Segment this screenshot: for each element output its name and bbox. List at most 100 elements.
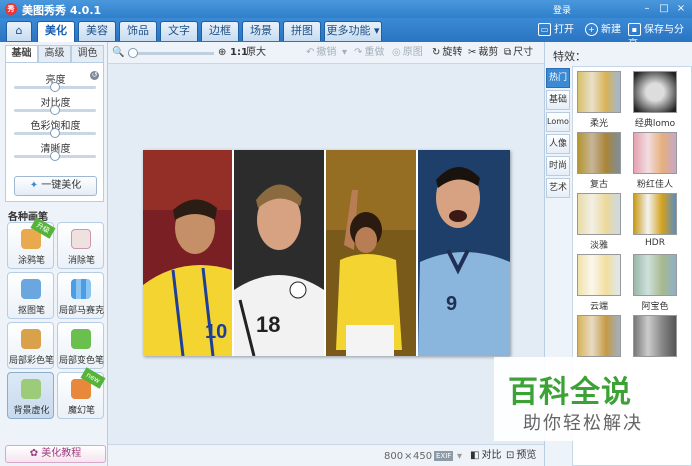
category-portrait[interactable]: 人像 — [546, 134, 570, 154]
photo-panel-1: 10 — [143, 150, 232, 356]
zoom-knob[interactable] — [128, 48, 138, 58]
magic-brush-button[interactable]: new 魔幻笔 — [57, 367, 106, 419]
tab-home[interactable]: ⌂ — [6, 21, 32, 41]
tab-basic[interactable]: 基础 — [5, 45, 38, 63]
compare-button[interactable]: ◧ 对比 — [470, 449, 501, 463]
tab-face[interactable]: 美容 — [78, 21, 116, 41]
crop-button[interactable]: ✂ 裁剪 — [468, 46, 498, 60]
close-button[interactable]: × — [674, 2, 688, 15]
new-button[interactable]: + 新建 — [585, 23, 621, 38]
dimension-separator: × — [404, 451, 413, 462]
cutout-brush-button[interactable]: 抠图笔 — [7, 272, 54, 319]
undo-button[interactable]: ↶ 撤销 — [306, 46, 336, 60]
preview-button[interactable]: ⊡ 预览 — [506, 449, 536, 463]
tab-color[interactable]: 调色 — [71, 45, 104, 63]
home-icon: ⌂ — [15, 24, 23, 37]
contrast-slider-row: 对比度 — [6, 94, 105, 118]
preview-icon: ⊡ — [506, 450, 515, 461]
minimize-button[interactable]: – — [640, 2, 654, 15]
watermark: 百科全说 助你轻松解决 — [494, 357, 666, 441]
background-blur-button[interactable]: 背景虚化 — [7, 372, 54, 419]
beautify-tutorial-button[interactable]: ✿ 美化教程 — [5, 445, 106, 463]
tab-frame[interactable]: 边框 — [201, 21, 239, 41]
photo-panel-2: 18 — [234, 150, 324, 356]
category-art[interactable]: 艺术 — [546, 178, 570, 198]
player-4-image: 9 — [418, 150, 510, 356]
saturation-slider[interactable] — [14, 128, 96, 138]
zoom-in-icon[interactable]: ⊕ — [218, 46, 226, 60]
player-3-image — [326, 150, 416, 356]
effect-thumbnail — [577, 193, 621, 235]
category-popular[interactable]: 热门 — [546, 68, 570, 88]
effect-thumbnail — [633, 254, 677, 296]
effect-abao-color[interactable]: 阿宝色 — [633, 254, 681, 312]
sharpness-knob[interactable] — [50, 151, 60, 161]
folder-icon: ▭ — [538, 23, 551, 36]
tab-text[interactable]: 文字 — [160, 21, 198, 41]
rotate-button[interactable]: ↻ 旋转 — [432, 46, 462, 60]
original-size-button[interactable]: 原大 — [246, 46, 266, 60]
contrast-knob[interactable] — [50, 105, 60, 115]
effects-title: 特效： — [553, 50, 586, 63]
category-lomo[interactable]: Lomo — [546, 112, 570, 132]
resize-button[interactable]: ⧉ 尺寸 — [504, 46, 533, 60]
canvas-area[interactable]: 10 18 9 — [108, 64, 544, 444]
tab-more-features[interactable]: 更多功能 ▾ — [324, 21, 382, 41]
one-click-beautify-button[interactable]: ✦ 一键美化 — [14, 176, 97, 196]
brightness-knob[interactable] — [50, 82, 60, 92]
undo-dropdown[interactable]: ▾ — [342, 46, 347, 60]
login-link[interactable]: 登录 — [553, 3, 571, 16]
edited-photo[interactable]: 10 18 9 — [143, 150, 510, 356]
zoom-out-icon[interactable]: 🔍 — [112, 46, 124, 60]
effect-hdr[interactable]: HDR — [633, 193, 681, 248]
maximize-button[interactable]: □ — [657, 2, 671, 15]
graffiti-brush-button[interactable]: 升级 涂鸦笔 — [7, 217, 56, 269]
partial-color-brush-button[interactable]: 局部彩色笔 — [7, 322, 54, 369]
effect-thumbnail — [577, 254, 621, 296]
tab-collage[interactable]: 拼图 — [283, 21, 321, 41]
effect-elegant[interactable]: 淡雅 — [577, 193, 625, 251]
photo-panel-3 — [326, 150, 416, 356]
eraser-brush-button[interactable]: 消除笔 — [57, 222, 104, 269]
tab-advanced[interactable]: 高级 — [38, 45, 71, 63]
effect-retro[interactable]: 复古 — [577, 132, 625, 190]
watermark-main-text: 百科全说 — [508, 375, 632, 410]
status-dropdown[interactable]: ▾ — [457, 450, 462, 464]
open-button[interactable]: ▭ 打开 — [538, 23, 574, 38]
player-2-image: 18 — [234, 150, 324, 356]
sharpness-slider[interactable] — [14, 151, 96, 161]
saturation-knob[interactable] — [50, 128, 60, 138]
contrast-slider[interactable] — [14, 105, 96, 115]
adjust-tabs: 基础 高级 调色 — [5, 45, 104, 63]
photo-panel-4: 9 — [418, 150, 510, 356]
tab-accessories[interactable]: 饰品 — [119, 21, 157, 41]
exif-button[interactable]: EXIF — [434, 451, 454, 461]
tab-scene[interactable]: 场景 — [242, 21, 280, 41]
recolor-brush-button[interactable]: 局部变色笔 — [57, 322, 104, 369]
zoom-slider[interactable] — [128, 48, 214, 58]
rotate-icon: ↻ — [432, 47, 441, 58]
category-basic[interactable]: 基础 — [546, 90, 570, 110]
plus-icon: + — [585, 23, 598, 36]
effect-item-10[interactable] — [633, 315, 681, 360]
effect-pink-lady[interactable]: 粉红佳人 — [633, 132, 681, 190]
category-fashion[interactable]: 时尚 — [546, 156, 570, 176]
effect-thumbnail — [633, 71, 677, 113]
edit-toolbar: 🔍 ⊕ 1:1 原大 ↶ 撤销 ▾ ↷ 重做 ◎ 原图 ↻ 旋转 ✂ 裁剪 ⧉ 尺寸 — [108, 42, 544, 64]
undo-icon: ↶ — [306, 47, 315, 58]
restore-original-button[interactable]: ◎ 原图 — [392, 46, 423, 60]
effect-soft-light[interactable]: 柔光 — [577, 71, 625, 129]
redo-icon: ↷ — [354, 47, 363, 58]
mosaic-brush-button[interactable]: 局部马赛克 — [57, 272, 104, 319]
effect-cloud[interactable]: 云端 — [577, 254, 625, 312]
tab-beautify[interactable]: 美化 — [37, 21, 75, 42]
main-tab-bar: ⌂ 美化 美容 饰品 文字 边框 场景 拼图 更多功能 ▾ ▭ 打开 + 新建 ▪ 保… — [0, 18, 692, 50]
redo-button[interactable]: ↷ 重做 — [354, 46, 384, 60]
brightness-slider[interactable] — [14, 82, 96, 92]
effect-item-9[interactable] — [577, 315, 625, 360]
image-width: 800 — [384, 451, 404, 462]
effect-classic-lomo[interactable]: 经典lomo — [633, 71, 681, 129]
crop-icon: ✂ — [468, 47, 477, 58]
tutorial-icon: ✿ — [29, 448, 39, 459]
image-height: 450 — [413, 451, 433, 462]
